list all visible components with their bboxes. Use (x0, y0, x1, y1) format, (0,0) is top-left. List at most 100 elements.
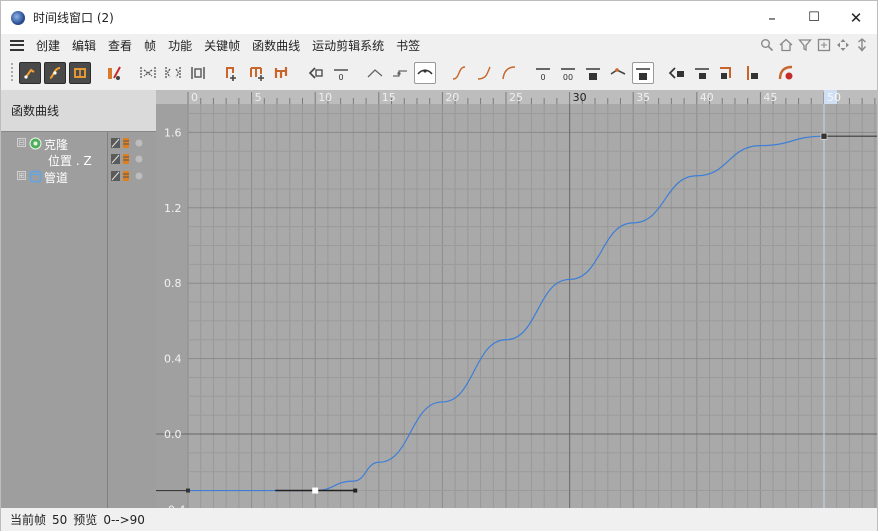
fcurve-graph[interactable]: 051015202530354045501.61.20.80.40.0-0.4 (156, 90, 877, 508)
record-icon[interactable] (103, 62, 125, 84)
minimize-button[interactable]: – (751, 1, 793, 34)
svg-text:0: 0 (540, 73, 545, 82)
ruler-label: 10 (318, 91, 332, 104)
menu-motion-system[interactable]: 运动剪辑系统 (307, 37, 391, 54)
fcurve-canvas[interactable]: 051015202530354045501.61.20.80.40.0-0.4 (156, 90, 877, 508)
preview-range: 0-->90 (103, 512, 145, 527)
lock-value-icon[interactable] (716, 62, 738, 84)
track-name: 位置 . Z (48, 154, 92, 168)
frame-preview-icon[interactable] (187, 62, 209, 84)
menu-bar: 创建 编辑 查看 帧 功能 关键帧 函数曲线 运动剪辑系统 书签 (1, 34, 877, 56)
ease-out-icon[interactable] (473, 62, 495, 84)
search-icon[interactable] (760, 38, 774, 52)
value-label: 1.2 (164, 202, 182, 215)
close-button[interactable]: ✕ (835, 1, 877, 34)
ease-both-icon[interactable] (498, 62, 520, 84)
frame-all-icon[interactable] (137, 62, 159, 84)
panel-header: 函数曲线 (1, 90, 156, 132)
delete-key-icon[interactable] (271, 62, 293, 84)
track-row-cloner[interactable]: ⊟ 克隆 (1, 135, 156, 152)
track-name: 管道 (44, 171, 69, 185)
hamburger-menu-icon[interactable] (10, 39, 24, 51)
track-row-position-z[interactable]: 位置 . Z (1, 151, 156, 168)
tangent-handle (353, 488, 358, 493)
menu-functions[interactable]: 功能 (163, 37, 199, 54)
ruler-label: 40 (700, 91, 714, 104)
lock-both-icon[interactable] (741, 62, 763, 84)
plot-area (188, 104, 877, 508)
svg-text:0: 0 (338, 73, 343, 82)
tangent-active-icon[interactable] (632, 62, 654, 84)
break-tangent-icon[interactable] (607, 62, 629, 84)
collapse-icon[interactable]: ⊟ (17, 138, 26, 147)
menu-frame[interactable]: 帧 (139, 37, 163, 54)
menu-view[interactable]: 查看 (103, 37, 139, 54)
linear-icon-highlight[interactable] (414, 62, 436, 84)
key-tool-icon[interactable] (19, 62, 41, 84)
toolbar: 0 0 00 (1, 56, 877, 90)
ruler-label: 50 (827, 91, 841, 104)
lock-tangent-icon[interactable] (582, 62, 604, 84)
clamp-icon[interactable] (666, 62, 688, 84)
title-bar: 时间线窗口 (2) – ☐ ✕ (1, 1, 877, 34)
value-label: 0.4 (164, 353, 182, 366)
ruler-label: 45 (763, 91, 777, 104)
tube-icon (29, 170, 42, 183)
track-row-tube[interactable]: ⊞ 管道 (1, 168, 156, 185)
keyframe-point (312, 487, 319, 494)
app-icon (11, 10, 25, 25)
add-key-icon[interactable] (221, 62, 243, 84)
cloner-icon (29, 137, 42, 150)
auto-key-icon[interactable] (775, 62, 797, 84)
ruler-label: 35 (636, 91, 650, 104)
home-icon[interactable] (779, 38, 793, 52)
value-label: 0.8 (164, 277, 182, 290)
frame-icon[interactable] (817, 38, 831, 52)
status-bar: 当前帧 50 预览 0-->90 (1, 508, 877, 531)
menu-create[interactable]: 创建 (31, 37, 67, 54)
current-frame-value: 50 (52, 512, 68, 527)
fcurve-tool-icon[interactable] (44, 62, 66, 84)
track-panel: 函数曲线 ⊟ 克隆 位置 . Z ⊞ 管道 (1, 90, 156, 508)
step-icon[interactable] (389, 62, 411, 84)
column-divider (107, 132, 108, 508)
zero-angle-icon[interactable]: 0 (330, 62, 352, 84)
svg-text:00: 00 (563, 73, 573, 82)
menu-keys[interactable]: 关键帧 (199, 37, 247, 54)
ruler-label: 20 (445, 91, 459, 104)
menu-fcurve[interactable]: 函数曲线 (247, 37, 307, 54)
current-frame-label: 当前帧 (10, 513, 47, 527)
maximize-button[interactable]: ☐ (793, 1, 835, 34)
track-flags-icons (111, 171, 143, 181)
timeline-window: 时间线窗口 (2) – ☐ ✕ 创建 编辑 查看 帧 功能 关键帧 函数曲线 运… (0, 0, 878, 531)
view-nav-icons (760, 34, 869, 56)
step-left-icon[interactable] (305, 62, 327, 84)
ruler-label: 0 (191, 91, 198, 104)
menu-bookmarks[interactable]: 书签 (391, 37, 427, 54)
toolbar-grip (11, 63, 13, 83)
start-marker (186, 488, 190, 493)
linear-icon[interactable] (364, 62, 386, 84)
value-label: 1.6 (164, 126, 182, 139)
window-title: 时间线窗口 (2) (33, 11, 114, 25)
value-label: 0.0 (164, 428, 182, 441)
ruler-label: 15 (382, 91, 396, 104)
zero-both-icon[interactable]: 00 (557, 62, 579, 84)
ruler-label: 25 (509, 91, 523, 104)
scroll-icon[interactable] (855, 38, 869, 52)
track-flags-icons (111, 154, 143, 164)
keyframe-point (820, 132, 828, 140)
lock-time-icon[interactable] (691, 62, 713, 84)
menu-edit[interactable]: 编辑 (67, 37, 103, 54)
zero-length-icon[interactable]: 0 (532, 62, 554, 84)
preview-label: 预览 (73, 513, 98, 527)
add-keys-icon[interactable] (246, 62, 268, 84)
frame-selected-icon[interactable] (162, 62, 184, 84)
motion-tool-icon[interactable] (69, 62, 91, 84)
expand-icon[interactable]: ⊞ (17, 171, 26, 180)
filter-icon[interactable] (798, 38, 812, 52)
ruler-label: 30 (573, 91, 587, 104)
track-flags-icons (111, 138, 143, 148)
ease-in-icon[interactable] (448, 62, 470, 84)
move-icon[interactable] (836, 38, 850, 52)
